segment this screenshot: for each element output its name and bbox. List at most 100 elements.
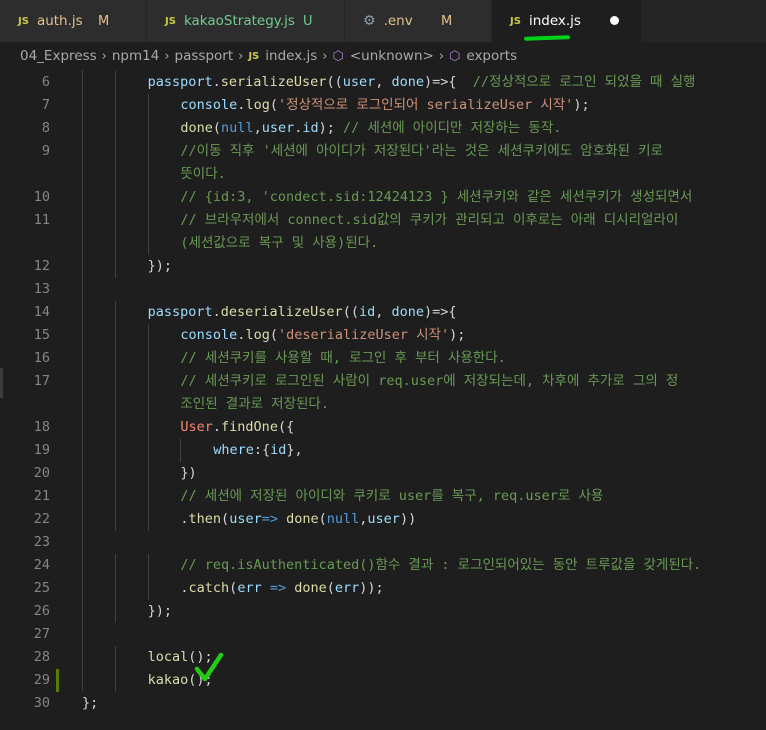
indent-guide bbox=[114, 163, 116, 186]
code-token: log bbox=[245, 97, 270, 113]
code-token: // 세션쿠키로 로그인된 사람이 req.user에 저장되는데, 차후에 추… bbox=[180, 373, 679, 389]
tab-env[interactable]: ⚙ .env M bbox=[345, 0, 492, 42]
chevron-right-icon: › bbox=[164, 48, 170, 64]
tab-kakaostrategy-js[interactable]: JS kakaoStrategy.js U bbox=[147, 0, 345, 42]
code-token: serializeUser bbox=[220, 74, 327, 90]
code-token: null bbox=[221, 120, 254, 136]
code-line[interactable]: console.log('deserializeUser 시작'); bbox=[180, 324, 465, 347]
untracked-badge: U bbox=[303, 13, 313, 29]
code-line[interactable]: .catch(err => done(err)); bbox=[180, 577, 383, 600]
breadcrumb-item[interactable]: 04_Express bbox=[20, 48, 97, 64]
code-token: )) bbox=[399, 511, 417, 527]
indent-guide bbox=[114, 439, 116, 462]
code-line[interactable]: passport.serializeUser((user, done)=>{ /… bbox=[148, 71, 696, 94]
code-line[interactable]: console.log('정상적으로 로그인되어 serializeUser 시… bbox=[180, 94, 589, 117]
code-token: ({ bbox=[277, 419, 295, 435]
code-line[interactable]: // 세션쿠키로 로그인된 사람이 req.user에 저장되는데, 차후에 추… bbox=[180, 370, 678, 393]
code-line[interactable]: // 세션에 저장된 아이디와 쿠키로 user를 복구, req.user로 … bbox=[180, 485, 603, 508]
line-number: 27 bbox=[33, 626, 50, 642]
breadcrumb-item[interactable]: npm14 bbox=[112, 48, 159, 64]
indent-guide bbox=[147, 462, 149, 485]
breadcrumb-item[interactable]: exports bbox=[466, 48, 517, 64]
code-token: . bbox=[212, 304, 221, 320]
indent-guide bbox=[114, 577, 116, 600]
checkmark-icon bbox=[194, 652, 224, 682]
code-line[interactable]: passport.deserializeUser((id, done)=>{ bbox=[148, 301, 457, 324]
code-line[interactable]: }); bbox=[148, 255, 172, 278]
code-line[interactable]: done(null,user.id); // 세션에 아이디만 저장하는 동작. bbox=[180, 117, 561, 140]
code-line[interactable]: User.findOne({ bbox=[180, 416, 294, 439]
code-line[interactable]: 조인된 결과로 저장된다. bbox=[180, 393, 329, 416]
code-line[interactable]: //이동 직후 '세션에 아이디가 저장된다'라는 것은 세션쿠키에도 암호화된… bbox=[180, 140, 663, 163]
code-line[interactable]: }; bbox=[82, 692, 98, 715]
line-number: 25 bbox=[33, 580, 50, 596]
code-token: 뜻이다. bbox=[180, 166, 226, 182]
line-number: 14 bbox=[33, 304, 50, 320]
code-token: }; bbox=[82, 695, 99, 711]
code-line[interactable]: .then(user=> done(null,user)) bbox=[180, 508, 416, 531]
code-token: ( bbox=[269, 97, 278, 113]
code-line[interactable]: // {id:3, 'condect.sid:12424123 } 세션쿠키와 … bbox=[180, 186, 692, 209]
code-token: passport bbox=[147, 304, 213, 320]
code-token: }); bbox=[147, 258, 172, 274]
code-token: findOne bbox=[221, 419, 278, 435]
code-token: => bbox=[261, 511, 278, 527]
code-token: ( bbox=[318, 511, 327, 527]
code-line[interactable]: // 브라우저에서 connect.sid값의 쿠키가 관리되고 이후로는 아래… bbox=[180, 209, 678, 232]
code-line[interactable]: }); bbox=[148, 600, 172, 623]
code-line[interactable]: }) bbox=[180, 462, 196, 485]
code-token: catch bbox=[188, 580, 230, 596]
indent-guide bbox=[180, 439, 182, 462]
code-token: done bbox=[180, 120, 213, 136]
code-token: done bbox=[391, 74, 424, 90]
line-number: 22 bbox=[33, 511, 50, 527]
line-number: 19 bbox=[33, 442, 50, 458]
code-token: }, bbox=[286, 442, 303, 458]
line-number: 13 bbox=[33, 281, 50, 297]
code-line[interactable]: (세션값으로 복구 및 사용)된다. bbox=[180, 232, 378, 255]
code-token: )=>{ bbox=[424, 304, 457, 320]
code-token: // 세션쿠키를 사용할 때, 로그인 후 부터 사용한다. bbox=[180, 350, 506, 366]
unsaved-dot-icon[interactable] bbox=[610, 16, 619, 25]
code-token: //이동 직후 '세션에 아이디가 저장된다'라는 것은 세션쿠키에도 암호화된… bbox=[180, 143, 663, 159]
indent-guide bbox=[114, 669, 116, 692]
code-token: deserializeUser bbox=[220, 304, 343, 320]
code-token: user bbox=[367, 511, 400, 527]
tab-bar: JS auth.js M JS kakaoStrategy.js U ⚙ .en… bbox=[0, 0, 766, 42]
code-token: err bbox=[334, 580, 360, 596]
javascript-file-icon: JS bbox=[18, 15, 29, 27]
tab-label: .env bbox=[383, 13, 413, 29]
code-token: where bbox=[213, 442, 254, 458]
javascript-file-icon: JS bbox=[510, 15, 521, 27]
code-token: ); bbox=[449, 327, 466, 343]
line-number: 28 bbox=[33, 649, 50, 665]
code-line[interactable]: // req.isAuthenticated()함수 결과 : 로그인되어있는 … bbox=[180, 554, 701, 577]
indent-guide bbox=[147, 209, 149, 232]
code-token: => bbox=[269, 580, 287, 596]
code-token: ( bbox=[326, 580, 335, 596]
code-line[interactable]: 뜻이다. bbox=[180, 163, 225, 186]
indent-guide bbox=[147, 117, 149, 140]
tab-auth-js[interactable]: JS auth.js M bbox=[0, 0, 147, 42]
breadcrumb-item[interactable]: passport bbox=[175, 48, 234, 64]
breadcrumb-item[interactable]: index.js bbox=[265, 48, 317, 64]
code-token: // {id:3, 'condect.sid:12424123 } 세션쿠키와 … bbox=[180, 189, 693, 205]
indent-guide bbox=[114, 347, 116, 370]
indent-guide bbox=[147, 232, 149, 255]
line-number: 10 bbox=[33, 189, 50, 205]
line-number: 26 bbox=[33, 603, 50, 619]
code-token: 조인된 결과로 저장된다. bbox=[180, 396, 329, 412]
breadcrumb-item[interactable]: <unknown> bbox=[350, 48, 434, 64]
code-line[interactable]: // 세션쿠키를 사용할 때, 로그인 후 부터 사용한다. bbox=[180, 347, 505, 370]
indent-guide bbox=[147, 186, 149, 209]
code-editor[interactable]: 6 passport.serializeUser((user, done)=>{ … bbox=[0, 70, 766, 730]
javascript-file-icon: JS bbox=[248, 50, 260, 62]
code-token: // 세션에 저장된 아이디와 쿠키로 user를 복구, req.user로 … bbox=[180, 488, 604, 504]
code-line[interactable]: where:{id}, bbox=[213, 439, 302, 462]
line-number: 21 bbox=[33, 488, 50, 504]
code-token: //정상적으로 로그인 되었을 때 실행 bbox=[472, 74, 696, 90]
code-token: 'deserializeUser 시작' bbox=[277, 327, 450, 343]
chevron-right-icon: › bbox=[101, 48, 107, 64]
